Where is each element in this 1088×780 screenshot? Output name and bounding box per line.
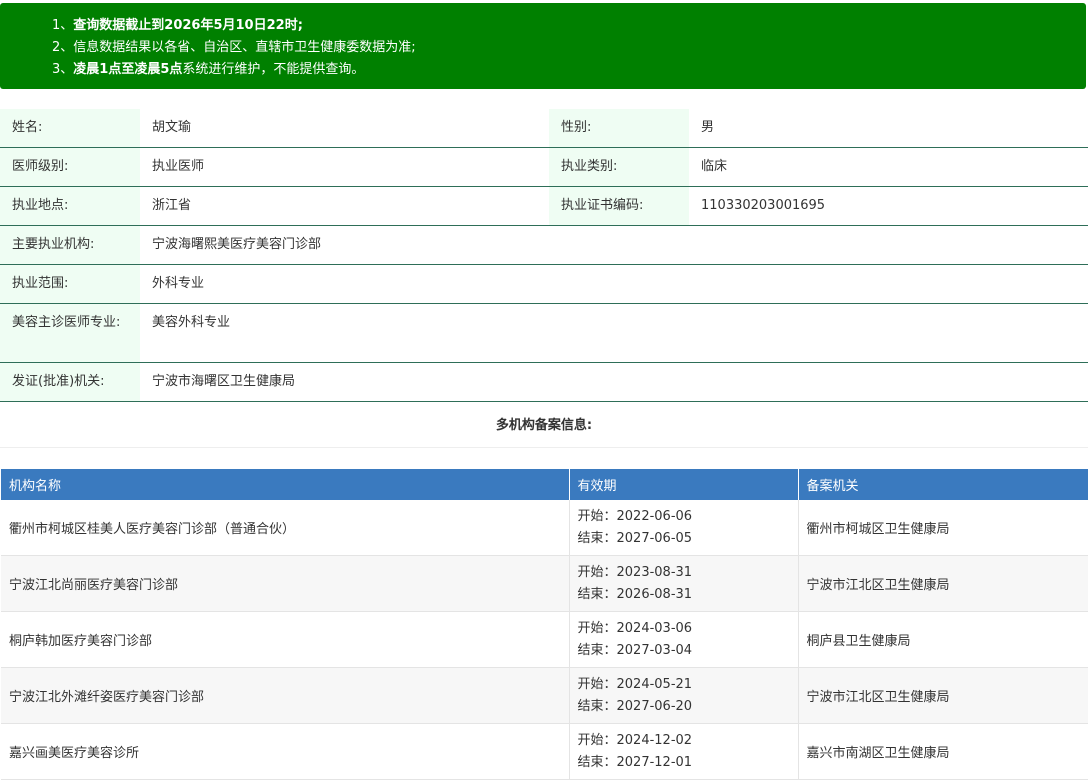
notice-banner: 1、查询数据截止到2026年5月10日22时; 2、信息数据结果以各省、自治区、… <box>0 3 1086 89</box>
notice-line-1: 1、查询数据截止到2026年5月10日22时; <box>52 18 303 33</box>
issuer-label: 发证(批准)机关: <box>0 362 140 402</box>
notice-line-3: 3、凌晨1点至凌晨5点系统进行维护，不能提供查询。 <box>52 62 365 77</box>
multi-org-table: 机构名称 有效期 备案机关 衢州市柯城区桂美人医疗美容门诊部（普通合伙） 开始：… <box>1 469 1088 780</box>
table-row: 衢州市柯城区桂美人医疗美容门诊部（普通合伙） 开始：2022-06-06 结束：2… <box>1 500 1088 556</box>
authority-cell: 宁波市江北区卫生健康局 <box>798 555 1088 612</box>
validity-cell: 开始：2024-12-02 结束：2027-12-01 <box>569 723 799 780</box>
gender-label: 性别: <box>549 109 689 148</box>
place-value: 浙江省 <box>140 186 549 226</box>
org-name-cell: 宁波江北外滩纤姿医疗美容门诊部 <box>1 667 570 724</box>
gender-value: 男 <box>689 109 1088 148</box>
table-row: 宁波江北尚丽医疗美容门诊部 开始：2023-08-31 结束：2026-08-31… <box>1 555 1088 612</box>
scope-value: 外科专业 <box>140 264 1088 304</box>
scope-label: 执业范围: <box>0 264 140 304</box>
table-row: 桐庐韩加医疗美容门诊部 开始：2024-03-06 结束：2027-03-04 桐… <box>1 611 1088 668</box>
cert-value: 110330203001695 <box>689 186 1088 226</box>
name-label: 姓名: <box>0 109 140 148</box>
header-authority: 备案机关 <box>798 469 1088 500</box>
org-name-cell: 桐庐韩加医疗美容门诊部 <box>1 611 570 668</box>
header-org-name: 机构名称 <box>1 469 570 500</box>
issuer-value: 宁波市海曙区卫生健康局 <box>140 362 1088 402</box>
multi-org-title: 多机构备案信息: <box>0 405 1088 448</box>
header-validity: 有效期 <box>569 469 799 500</box>
info-row: 医师级别: 执业医师 执业类别: 临床 <box>0 147 1088 187</box>
org-name-cell: 嘉兴画美医疗美容诊所 <box>1 723 570 780</box>
beauty-label: 美容主诊医师专业: <box>0 303 140 363</box>
category-label: 执业类别: <box>549 147 689 187</box>
level-value: 执业医师 <box>140 147 549 187</box>
validity-cell: 开始：2024-03-06 结束：2027-03-04 <box>569 611 799 668</box>
table-row: 宁波江北外滩纤姿医疗美容门诊部 开始：2024-05-21 结束：2027-06-… <box>1 667 1088 724</box>
org-label: 主要执业机构: <box>0 225 140 265</box>
info-row: 执业范围: 外科专业 <box>0 264 1088 304</box>
authority-cell: 宁波市江北区卫生健康局 <box>798 667 1088 724</box>
cert-label: 执业证书编码: <box>549 186 689 226</box>
info-row: 姓名: 胡文瑜 性别: 男 <box>0 109 1088 148</box>
place-label: 执业地点: <box>0 186 140 226</box>
doctor-info-table: 姓名: 胡文瑜 性别: 男 医师级别: 执业医师 执业类别: 临床 执业地点: … <box>0 109 1088 402</box>
authority-cell: 衢州市柯城区卫生健康局 <box>798 500 1088 556</box>
validity-cell: 开始：2023-08-31 结束：2026-08-31 <box>569 555 799 612</box>
authority-cell: 桐庐县卫生健康局 <box>798 611 1088 668</box>
info-row: 主要执业机构: 宁波海曙熙美医疗美容门诊部 <box>0 225 1088 265</box>
validity-cell: 开始：2022-06-06 结束：2027-06-05 <box>569 500 799 556</box>
org-name-cell: 宁波江北尚丽医疗美容门诊部 <box>1 555 570 612</box>
validity-cell: 开始：2024-05-21 结束：2027-06-20 <box>569 667 799 724</box>
level-label: 医师级别: <box>0 147 140 187</box>
beauty-value: 美容外科专业 <box>140 303 1088 363</box>
table-header-row: 机构名称 有效期 备案机关 <box>1 469 1088 500</box>
info-row: 执业地点: 浙江省 执业证书编码: 110330203001695 <box>0 186 1088 226</box>
org-value: 宁波海曙熙美医疗美容门诊部 <box>140 225 1088 265</box>
org-name-cell: 衢州市柯城区桂美人医疗美容门诊部（普通合伙） <box>1 500 570 556</box>
notice-line-2: 2、信息数据结果以各省、自治区、直辖市卫生健康委数据为准; <box>52 40 416 55</box>
category-value: 临床 <box>689 147 1088 187</box>
info-row: 发证(批准)机关: 宁波市海曙区卫生健康局 <box>0 362 1088 402</box>
name-value: 胡文瑜 <box>140 109 549 148</box>
authority-cell: 嘉兴市南湖区卫生健康局 <box>798 723 1088 780</box>
table-row: 嘉兴画美医疗美容诊所 开始：2024-12-02 结束：2027-12-01 嘉兴… <box>1 723 1088 780</box>
info-row: 美容主诊医师专业: 美容外科专业 <box>0 303 1088 363</box>
